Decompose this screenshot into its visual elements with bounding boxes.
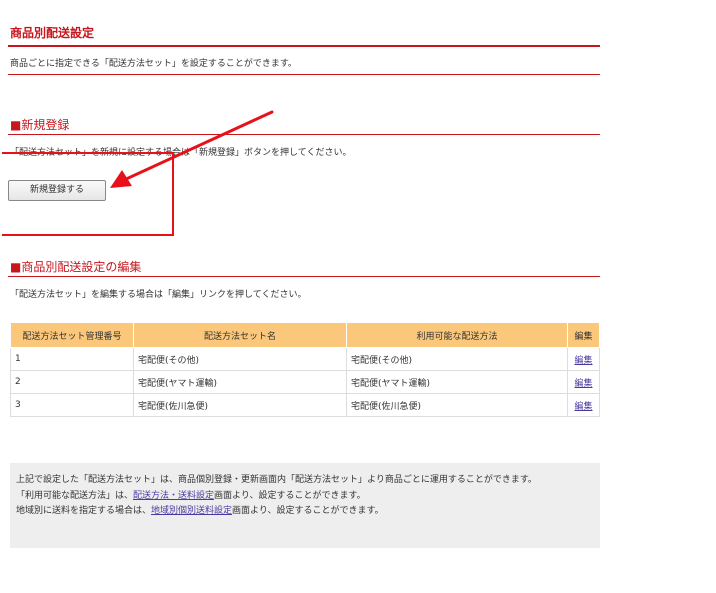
info-line-3-prefix: 地域別に送料を指定する場合は、 [16, 506, 152, 516]
row-name: 宅配便(ヤマト運輸) [133, 370, 347, 394]
edit-section-description: 「配送方法セット」を編集する場合は「編集」リンクを押してください。 [10, 290, 307, 300]
row-id: 3 [10, 393, 134, 417]
info-line-2-prefix: 「利用可能な配送方法」は、 [16, 490, 134, 501]
row-name: 宅配便(佐川急便) [133, 393, 347, 417]
edit-section-title: ■商品別配送設定の編集 [10, 260, 142, 274]
table-header-row: 配送方法セット管理番号 配送方法セット名 利用可能な配送方法 編集 [10, 322, 600, 348]
regional-shipping-settings-link[interactable]: 地域別個別送料設定 [151, 506, 232, 516]
row-id: 2 [10, 370, 134, 394]
shipping-method-settings-link[interactable]: 配送方法・送料設定 [133, 491, 214, 501]
info-line-2-suffix: 画面より、設定することができます。 [214, 490, 366, 501]
page-description: 商品ごとに指定できる「配送方法セット」を設定することができます。 [10, 59, 297, 69]
edit-link[interactable]: 編集 [574, 379, 592, 389]
info-line-1: 上記で設定した「配送方法セット」は、商品個別登録・更新画面内「配送方法セット」よ… [16, 475, 537, 485]
header-methods: 利用可能な配送方法 [346, 322, 568, 348]
edit-link[interactable]: 編集 [574, 402, 592, 412]
row-methods: 宅配便(ヤマト運輸) [346, 370, 568, 394]
page-title: 商品別配送設定 [10, 26, 95, 40]
row-methods: 宅配便(その他) [346, 347, 568, 371]
info-line-3: 地域別に送料を指定する場合は、地域別個別送料設定画面より、設定することができます… [16, 504, 594, 520]
description-divider [8, 74, 600, 75]
title-divider [8, 45, 600, 47]
table-row: 1 宅配便(その他) 宅配便(その他) 編集 [10, 347, 600, 371]
row-id: 1 [10, 347, 134, 371]
info-line-3-suffix: 画面より、設定することができます。 [232, 506, 384, 516]
row-methods: 宅配便(佐川急便) [346, 393, 568, 417]
header-name: 配送方法セット名 [133, 322, 347, 348]
shipping-set-table: 配送方法セット管理番号 配送方法セット名 利用可能な配送方法 編集 1 宅配便(… [10, 322, 600, 417]
new-section-title: ■新規登録 [10, 118, 70, 132]
annotation-highlight-box [2, 152, 174, 236]
table-row: 2 宅配便(ヤマト運輸) 宅配便(ヤマト運輸) 編集 [10, 370, 600, 394]
new-section-divider [8, 134, 600, 135]
header-edit: 編集 [567, 322, 600, 348]
table-row: 3 宅配便(佐川急便) 宅配便(佐川急便) 編集 [10, 393, 600, 417]
header-id: 配送方法セット管理番号 [10, 322, 134, 348]
info-box: 上記で設定した「配送方法セット」は、商品個別登録・更新画面内「配送方法セット」よ… [10, 463, 600, 548]
row-name: 宅配便(その他) [133, 347, 347, 371]
edit-section-divider [8, 276, 600, 277]
info-line-2: 「利用可能な配送方法」は、配送方法・送料設定画面より、設定することができます。 [16, 489, 594, 505]
edit-link[interactable]: 編集 [574, 356, 592, 366]
